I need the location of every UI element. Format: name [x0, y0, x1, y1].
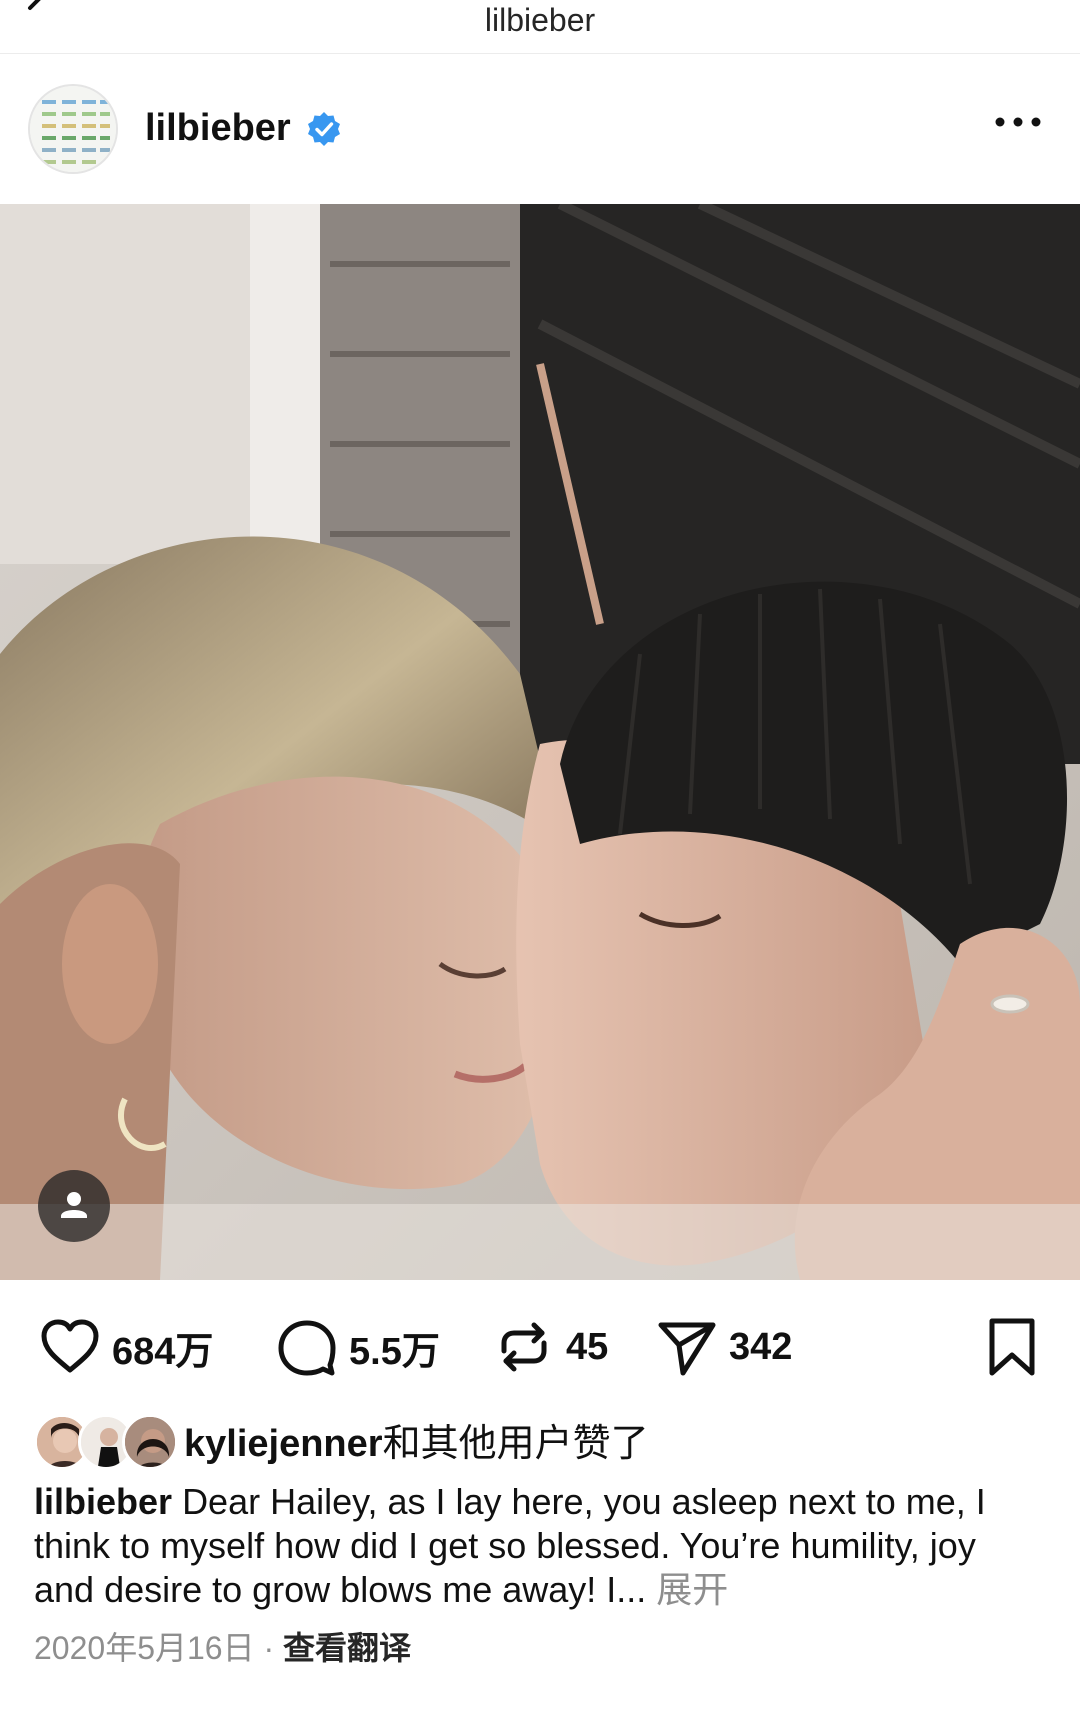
liker-avatar [122, 1414, 178, 1470]
page-title: lilbieber [484, 2, 596, 38]
more-dots-icon[interactable] [990, 112, 1046, 132]
liked-by-user[interactable]: kyliejenner [184, 1423, 383, 1465]
reposts-count: 45 [566, 1325, 609, 1368]
comment-button[interactable]: 5.5万 [275, 1312, 440, 1382]
expand-caption-link[interactable]: 展开 [656, 1569, 728, 1610]
verified-badge-icon [308, 112, 340, 146]
liked-by-suffix: 和其他用户赞了 [382, 1423, 649, 1465]
like-button[interactable]: 684万 [38, 1312, 213, 1382]
avatar-sneaker-grid-image [30, 86, 116, 172]
share-button[interactable]: 342 [655, 1312, 792, 1382]
post-username[interactable]: lilbieber [145, 106, 291, 150]
instagram-post-page: lilbieber lilbieber 684万 5.5万 45 342 kyl… [0, 0, 1080, 1718]
translate-link[interactable]: 查看翻译 [283, 1630, 411, 1666]
post-meta-row: 2020年5月16日 · 查看翻译 [34, 1628, 411, 1668]
meta-separator: · [263, 1630, 275, 1666]
user-tag-icon [61, 1192, 87, 1218]
post-action-bar: 684万 5.5万 45 342 [0, 1312, 1080, 1382]
shares-count: 342 [729, 1325, 793, 1368]
post-header: lilbieber [0, 54, 1080, 204]
comments-count: 5.5万 [349, 1330, 440, 1373]
couple-photo-illustration [0, 204, 1080, 1280]
bookmark-icon [989, 1318, 1035, 1376]
liked-by-row[interactable]: kyliejenner和其他用户赞了 [34, 1412, 1054, 1472]
heart-icon [41, 1319, 99, 1373]
user-tags-button[interactable] [38, 1170, 110, 1242]
caption-text: Dear Hailey, as I lay here, you asleep n… [34, 1481, 986, 1610]
likes-count: 684万 [112, 1330, 214, 1373]
top-nav-bar: lilbieber [0, 0, 1080, 54]
liked-by-text: kyliejenner和其他用户赞了 [184, 1422, 649, 1466]
comment-bubble-icon [278, 1320, 336, 1376]
avatar[interactable] [28, 84, 118, 174]
repost-button[interactable]: 45 [492, 1312, 608, 1382]
post-date: 2020年5月16日 [34, 1630, 255, 1666]
post-caption: lilbieber Dear Hailey, as I lay here, yo… [34, 1480, 1044, 1612]
repost-icon [501, 1322, 547, 1372]
bookmark-button[interactable] [980, 1312, 1044, 1382]
send-icon [658, 1322, 716, 1376]
caption-username[interactable]: lilbieber [34, 1481, 172, 1522]
post-photo[interactable] [0, 204, 1080, 1280]
